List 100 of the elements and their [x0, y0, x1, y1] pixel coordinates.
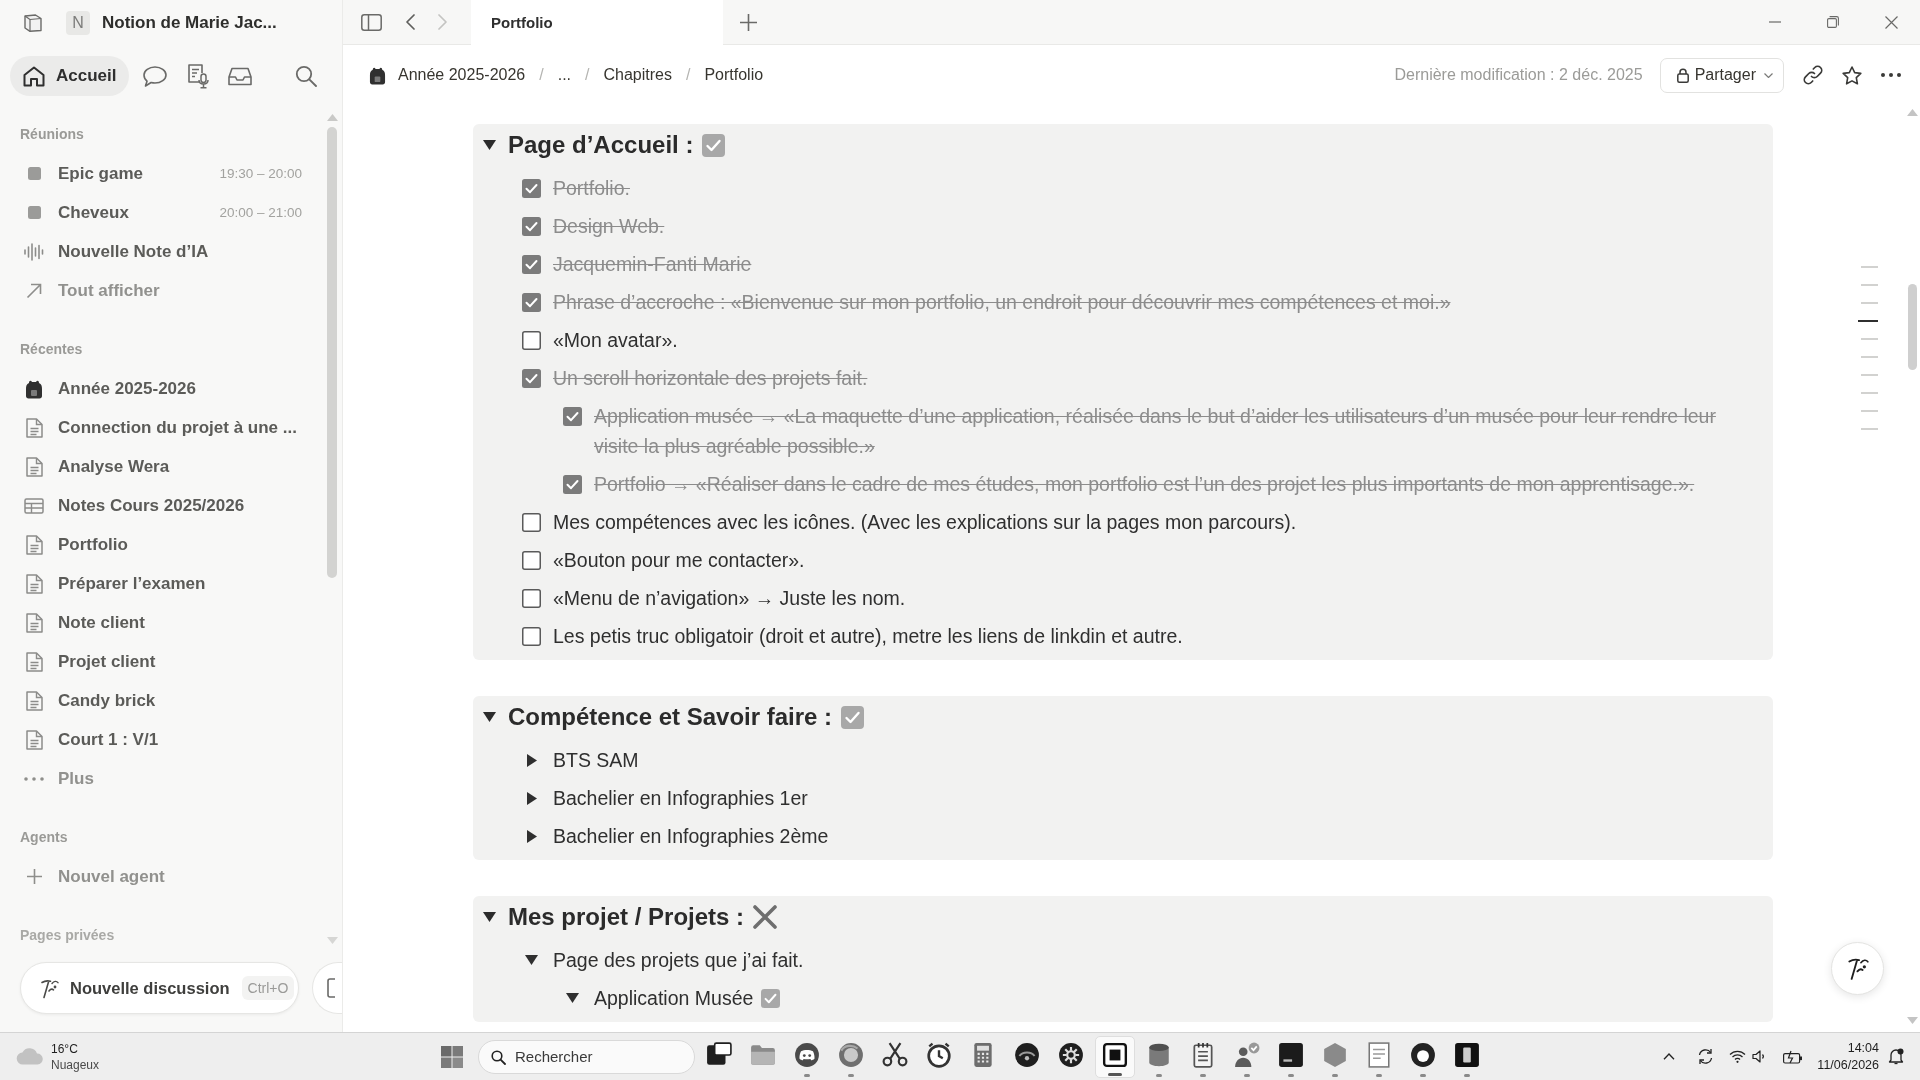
sync-icon[interactable] [1697, 1048, 1715, 1065]
restore-icon[interactable] [1827, 16, 1839, 28]
table-icon [24, 497, 44, 514]
scissors-icon[interactable] [882, 1041, 908, 1068]
checkbox[interactable] [522, 588, 541, 608]
more-icon[interactable] [1881, 73, 1901, 77]
new-tab-plus-icon[interactable] [740, 13, 757, 31]
sidebar-item[interactable]: Analyse Wera [23, 456, 170, 477]
breadcrumb-link[interactable]: Année 2025-2026 [369, 65, 526, 85]
breadcrumb-ellipsis[interactable]: ... [557, 66, 572, 84]
checkbox[interactable] [522, 368, 541, 388]
page-tab[interactable]: Portfolio [471, 0, 723, 45]
close-icon[interactable] [1884, 15, 1898, 29]
link-icon[interactable] [1803, 65, 1823, 85]
clock-date[interactable]: 11/06/2026 [1817, 1056, 1879, 1074]
toggle-arrow-icon[interactable] [483, 912, 496, 922]
chevron-up-icon[interactable] [1663, 1053, 1676, 1060]
sidebar-item[interactable]: Année 2025-2026 [23, 378, 196, 399]
toggle-heading: Page d’Accueil : [508, 130, 694, 160]
scrollbar-thumb[interactable] [1908, 284, 1917, 370]
search-field[interactable]: Rechercher [478, 1039, 695, 1074]
document-microphone-icon[interactable] [187, 63, 209, 89]
last-edited-text: Dernière modification : 2 déc. 2025 [1394, 66, 1643, 84]
chat-bubble-icon[interactable] [143, 65, 167, 87]
todo-text: Jacquemin-Fanti Marie [553, 252, 752, 277]
checkbox[interactable] [563, 406, 582, 426]
section-heading: Récentes [19, 340, 84, 359]
lock-icon [1676, 67, 1689, 83]
search-icon[interactable] [295, 65, 317, 87]
cylinder-icon[interactable] [1146, 1041, 1172, 1068]
sphere-icon[interactable] [1014, 1041, 1040, 1068]
sidebar-item[interactable]: Nouvelle Note d’IA [23, 241, 209, 262]
sidebar-item[interactable]: Notes Cours 2025/2026 [23, 495, 245, 516]
notepad-icon[interactable] [1190, 1041, 1216, 1068]
sidebar-item[interactable]: Connection du projet à une ... [23, 417, 297, 438]
checkbox[interactable] [522, 330, 541, 350]
squiggle-icon [40, 977, 59, 999]
toggle-arrow-icon[interactable] [483, 712, 496, 722]
breadcrumb-link[interactable]: Portfolio [704, 66, 764, 84]
checkbox[interactable] [522, 550, 541, 570]
toggle-arrow-icon[interactable] [526, 791, 537, 805]
checkbox[interactable] [522, 626, 541, 646]
stacked-squares-icon[interactable] [706, 1041, 732, 1068]
toggle-arrow-icon[interactable] [526, 829, 537, 843]
share-button[interactable]: Partager [1659, 57, 1784, 93]
sidebar-item[interactable]: Portfolio [23, 534, 128, 555]
sidebar-toggle-icon[interactable] [361, 13, 382, 31]
sidebar-item[interactable]: Epic game [23, 163, 144, 184]
sidebar-item[interactable]: Court 1 : V/1 [23, 729, 159, 750]
wifi-icon[interactable] [1729, 1050, 1747, 1063]
star-icon[interactable] [1842, 65, 1862, 85]
terminal-icon[interactable] [1278, 1041, 1304, 1068]
document-icon[interactable] [1366, 1041, 1392, 1068]
checkbox[interactable] [563, 474, 582, 494]
checkbox[interactable] [522, 216, 541, 236]
checkbox[interactable] [522, 292, 541, 312]
sidebar-item[interactable]: Cheveux [23, 202, 129, 223]
toggle-arrow-icon[interactable] [526, 753, 537, 767]
notification-bell-icon[interactable] [1888, 1048, 1904, 1065]
temperature-text: 16°C [51, 1040, 79, 1057]
windows-start-icon[interactable] [441, 1045, 463, 1068]
document-icon [25, 612, 43, 633]
todo-text: «Mon avatar». [553, 328, 678, 353]
cube-icon[interactable] [24, 13, 42, 32]
toggle-text: Bachelier en Infographies 2ème [553, 824, 829, 849]
ring-icon[interactable] [1410, 1041, 1436, 1068]
boxed-square-icon[interactable] [1102, 1041, 1128, 1068]
toggle-arrow-icon[interactable] [566, 993, 579, 1003]
disc-icon[interactable] [838, 1041, 864, 1068]
edit-icon [327, 978, 335, 998]
clock-time[interactable]: 14:04 [1847, 1039, 1879, 1057]
new-chat-button[interactable]: Nouvelle discussion Ctrl+O [20, 962, 299, 1014]
toggle-arrow-icon[interactable] [483, 140, 496, 150]
sidebar-item[interactable]: Note client [23, 612, 145, 633]
toggle-arrow-icon[interactable] [525, 955, 538, 965]
checkbox[interactable] [522, 254, 541, 274]
checkbox[interactable] [522, 512, 541, 532]
checkbox[interactable] [522, 178, 541, 198]
sidebar-item[interactable]: Préparer l’examen [23, 573, 206, 594]
alarm-clock-icon[interactable] [926, 1041, 952, 1068]
gear-icon[interactable] [1058, 1041, 1084, 1068]
sidebar-item[interactable]: Candy brick [23, 690, 156, 711]
sidebar-item[interactable]: Projet client [23, 651, 156, 672]
taskbar-app-button[interactable] [1095, 1035, 1135, 1078]
workspace-name[interactable]: Notion de Marie Jac... [102, 12, 277, 33]
home-button[interactable]: Accueil [10, 56, 129, 96]
battery-icon[interactable] [1783, 1049, 1804, 1064]
speaker-icon[interactable] [1752, 1050, 1767, 1063]
scrollbar-thumb[interactable] [327, 127, 337, 578]
plus-icon [26, 869, 42, 884]
person-check-icon[interactable] [1234, 1041, 1260, 1068]
toggle-heading: Compétence et Savoir faire : [508, 702, 833, 732]
todo-text: Portfolio → «Réaliser dans le cadre de mes études, mon portfolio est l’un des projet les plus importants de mon apprentisage.». [594, 472, 1695, 497]
gamepad-icon[interactable] [794, 1041, 820, 1068]
inbox-icon[interactable] [228, 66, 252, 86]
hexagon-icon[interactable] [1322, 1041, 1348, 1068]
dark-tile-icon[interactable] [1454, 1041, 1480, 1068]
ai-assistant-button[interactable] [1831, 942, 1884, 995]
breadcrumb-link[interactable]: Chapitres [603, 66, 672, 84]
compose-button[interactable] [312, 962, 342, 1014]
